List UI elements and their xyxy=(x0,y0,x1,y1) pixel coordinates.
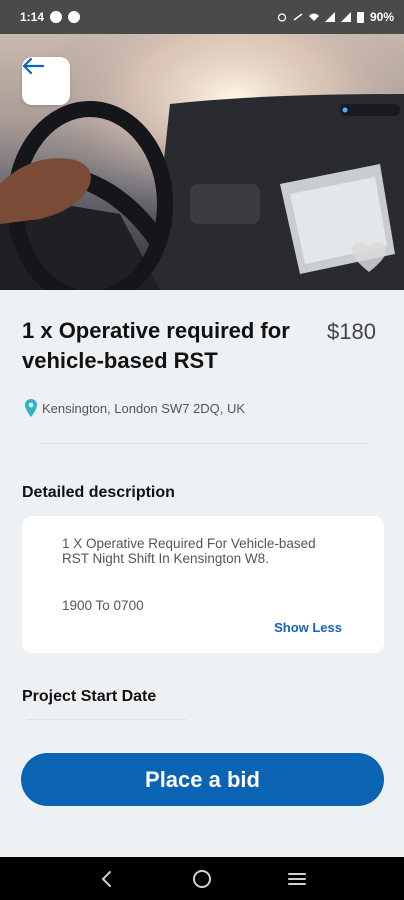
heart-icon xyxy=(352,242,386,272)
favorite-button[interactable] xyxy=(350,240,392,280)
divider xyxy=(40,443,370,444)
place-bid-button[interactable]: Place a bid xyxy=(21,753,384,806)
signal-icon xyxy=(324,12,335,22)
status-time: 1:14 xyxy=(20,10,45,24)
nav-recents-button[interactable] xyxy=(277,859,317,899)
menu-lines-icon xyxy=(287,872,306,885)
start-date-heading: Project Start Date xyxy=(22,688,157,705)
battery-icon xyxy=(356,11,364,23)
show-less-link[interactable]: Show Less xyxy=(274,620,342,635)
wifi-icon xyxy=(308,13,319,21)
status-bar: 1:14 90% xyxy=(0,0,404,34)
status-left: 1:14 xyxy=(20,10,81,24)
status-right: 90% xyxy=(277,10,394,24)
start-date-divider xyxy=(26,719,186,720)
chevron-left-icon xyxy=(101,870,112,887)
system-nav-bar xyxy=(0,857,404,900)
arrow-left-icon xyxy=(22,57,44,75)
nav-home-button[interactable] xyxy=(182,859,222,899)
job-price: $180 xyxy=(327,319,376,344)
battery-level: 90% xyxy=(369,10,394,24)
wifi-calling-icon xyxy=(293,13,303,21)
description-card: 1 X Operative Required For Vehicle-based… xyxy=(22,516,384,653)
signal-icon-2 xyxy=(340,12,351,22)
hero-image xyxy=(0,34,404,290)
back-button[interactable] xyxy=(22,57,70,105)
circle-home-icon xyxy=(192,869,211,888)
job-title: 1 x Operative required for vehicle-based… xyxy=(22,318,290,373)
map-pin-icon xyxy=(25,399,37,417)
notification-icon xyxy=(50,11,63,23)
description-body: 1 X Operative Required For Vehicle-based… xyxy=(62,536,316,566)
job-location: Kensington, London SW7 2DQ, UK xyxy=(24,397,245,419)
alarm-icon xyxy=(277,13,287,22)
description-heading: Detailed description xyxy=(22,484,175,501)
notification-icon-2 xyxy=(68,11,81,23)
nav-back-button[interactable] xyxy=(87,859,127,899)
location-text: Kensington, London SW7 2DQ, UK xyxy=(42,400,246,416)
description-hours: 1900 To 0700 xyxy=(62,598,144,613)
